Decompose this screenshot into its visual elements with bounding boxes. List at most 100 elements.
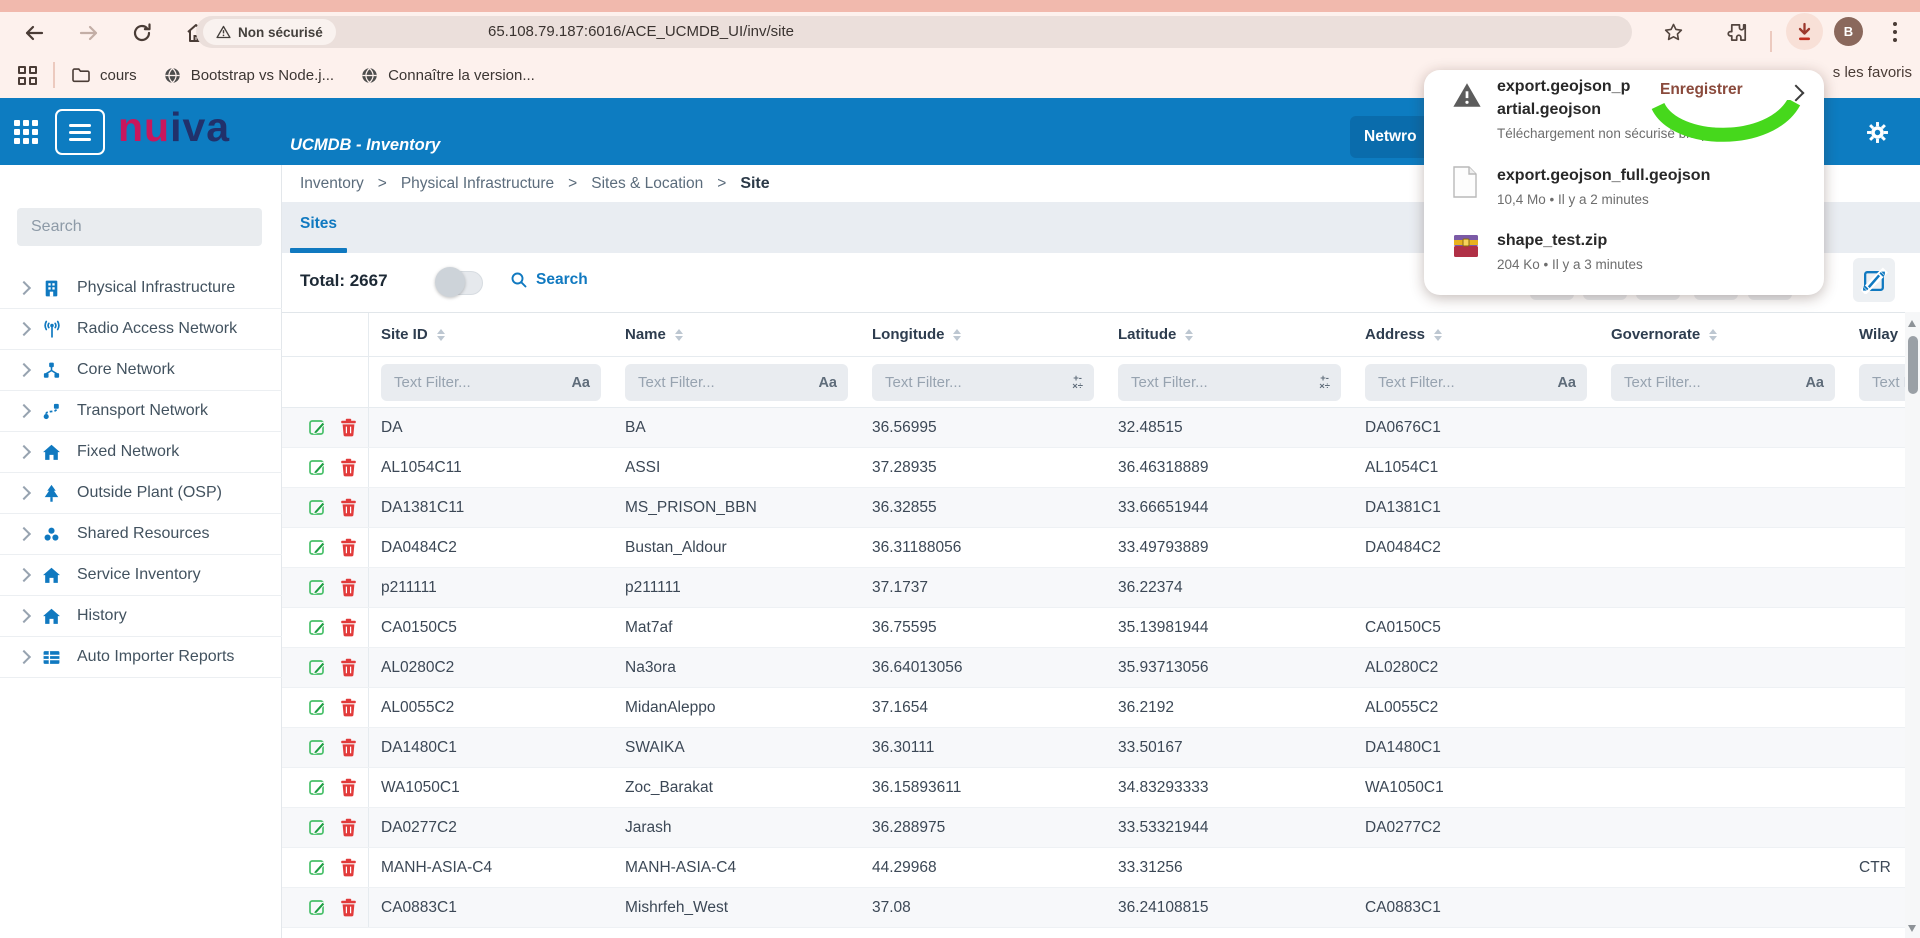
- edit-icon[interactable]: [308, 778, 327, 797]
- profile-avatar[interactable]: B: [1834, 17, 1863, 46]
- case-sensitive-icon[interactable]: Aa: [1557, 375, 1576, 391]
- trash-icon[interactable]: [340, 738, 359, 757]
- sidebar-item-physical-infrastructure[interactable]: Physical Infrastructure: [0, 268, 282, 309]
- trash-icon[interactable]: [340, 618, 359, 637]
- filter-text-input[interactable]: [392, 373, 536, 392]
- table-row[interactable]: AL0055C2MidanAleppo37.165436.2192AL0055C…: [282, 688, 1905, 728]
- edit-icon[interactable]: [308, 538, 327, 557]
- filter-input-longitude[interactable]: +-×÷: [872, 364, 1094, 401]
- filter-text-input[interactable]: [636, 373, 780, 392]
- trash-icon[interactable]: [340, 498, 359, 517]
- scrollbar-thumb[interactable]: [1908, 336, 1918, 394]
- column-header-site-id[interactable]: Site ID: [368, 313, 613, 356]
- edit-icon[interactable]: [308, 858, 327, 877]
- download-filename[interactable]: export.geojson_full.geojson: [1497, 167, 1710, 185]
- table-row[interactable]: AL0280C2Na3ora36.6401305635.93713056AL02…: [282, 648, 1905, 688]
- expand-button[interactable]: [1853, 258, 1895, 302]
- edit-icon[interactable]: [308, 738, 327, 757]
- bookmark-cours[interactable]: cours: [71, 66, 137, 84]
- table-row[interactable]: DA1480C1SWAIKA36.3011133.50167DA1480C1: [282, 728, 1905, 768]
- filter-input-address[interactable]: Aa: [1365, 364, 1587, 401]
- sort-icon[interactable]: [1185, 329, 1193, 341]
- search-input[interactable]: [17, 208, 262, 246]
- scroll-up-arrow[interactable]: [1908, 320, 1916, 327]
- table-row[interactable]: DA1381C11MS_PRISON_BBN36.3285533.6665194…: [282, 488, 1905, 528]
- edit-icon[interactable]: [308, 578, 327, 597]
- column-header-longitude[interactable]: Longitude: [860, 313, 1106, 356]
- filter-text-input[interactable]: [1622, 373, 1766, 392]
- trash-icon[interactable]: [340, 578, 359, 597]
- url-text[interactable]: 65.108.79.187:6016/ACE_UCMDB_UI/inv/site: [488, 16, 794, 48]
- hamburger-menu-button[interactable]: [55, 109, 105, 155]
- bookmark-connaitre[interactable]: Connaître la version...: [360, 66, 535, 85]
- edit-icon[interactable]: [308, 658, 327, 677]
- chevron-right-icon[interactable]: [1788, 85, 1805, 102]
- numeric-filter-icon[interactable]: +-×÷: [1072, 375, 1083, 391]
- table-row[interactable]: DA0277C2Jarash36.28897533.53321944DA0277…: [282, 808, 1905, 848]
- download-filename[interactable]: export.geojson_p: [1497, 78, 1630, 96]
- sort-icon[interactable]: [437, 329, 445, 341]
- table-row[interactable]: CA0883C1Mishrfeh_West37.0836.24108815CA0…: [282, 888, 1905, 928]
- filter-toggle[interactable]: [437, 271, 483, 295]
- column-header-name[interactable]: Name: [613, 313, 860, 356]
- edit-icon[interactable]: [308, 498, 327, 517]
- scroll-down-arrow[interactable]: [1908, 925, 1916, 932]
- table-row[interactable]: p211111p21111137.173736.22374: [282, 568, 1905, 608]
- save-download-button[interactable]: Enregistrer: [1660, 81, 1743, 99]
- filter-text-input[interactable]: [1129, 373, 1273, 392]
- sidebar-item-shared-resources[interactable]: Shared Resources: [0, 514, 282, 555]
- vertical-scrollbar[interactable]: [1905, 312, 1920, 938]
- edit-icon[interactable]: [308, 818, 327, 837]
- filter-text-input[interactable]: [883, 373, 1027, 392]
- app-grid-icon[interactable]: [14, 120, 38, 144]
- table-row[interactable]: DA0484C2Bustan_Aldour36.3118805633.49793…: [282, 528, 1905, 568]
- edit-icon[interactable]: [308, 418, 327, 437]
- sort-icon[interactable]: [1434, 329, 1442, 341]
- trash-icon[interactable]: [340, 538, 359, 557]
- case-sensitive-icon[interactable]: Aa: [571, 375, 590, 391]
- trash-icon[interactable]: [340, 698, 359, 717]
- tab-sites[interactable]: Sites: [300, 215, 337, 233]
- bookmark-bootstrap[interactable]: Bootstrap vs Node.j...: [163, 66, 334, 85]
- search-button[interactable]: Search: [510, 271, 588, 289]
- sort-icon[interactable]: [1709, 329, 1717, 341]
- table-row[interactable]: MANH-ASIA-C4MANH-ASIA-C444.2996833.31256…: [282, 848, 1905, 888]
- breadcrumb-item[interactable]: Inventory: [300, 175, 364, 193]
- breadcrumb-item[interactable]: Sites & Location: [591, 175, 703, 193]
- download-filename[interactable]: shape_test.zip: [1497, 232, 1607, 250]
- sort-icon[interactable]: [675, 329, 683, 341]
- edit-icon[interactable]: [308, 898, 327, 917]
- sidebar-item-core-network[interactable]: Core Network: [0, 350, 282, 391]
- trash-icon[interactable]: [340, 418, 359, 437]
- download-filename[interactable]: artial.geojson: [1497, 101, 1601, 119]
- trash-icon[interactable]: [340, 458, 359, 477]
- sidebar-item-service-inventory[interactable]: Service Inventory: [0, 555, 282, 596]
- security-chip[interactable]: Non sécurisé: [203, 19, 336, 45]
- breadcrumb-item[interactable]: Physical Infrastructure: [401, 175, 554, 193]
- sidebar-item-auto-importer-reports[interactable]: Auto Importer Reports: [0, 637, 282, 678]
- column-header-wilay[interactable]: Wilay: [1847, 313, 1905, 356]
- sidebar-item-transport-network[interactable]: Transport Network: [0, 391, 282, 432]
- sidebar-item-fixed-network[interactable]: Fixed Network: [0, 432, 282, 473]
- trash-icon[interactable]: [340, 658, 359, 677]
- back-icon[interactable]: [22, 21, 46, 45]
- trash-icon[interactable]: [340, 858, 359, 877]
- numeric-filter-icon[interactable]: +-×÷: [1319, 375, 1330, 391]
- column-header-governorate[interactable]: Governorate: [1599, 313, 1847, 356]
- sidebar-item-outside-plant-osp-[interactable]: Outside Plant (OSP): [0, 473, 282, 514]
- edit-icon[interactable]: [308, 618, 327, 637]
- downloads-icon[interactable]: [1793, 21, 1817, 45]
- table-row[interactable]: CA0150C5Mat7af36.7559535.13981944CA0150C…: [282, 608, 1905, 648]
- filter-input-latitude[interactable]: +-×÷: [1118, 364, 1341, 401]
- browser-menu-icon[interactable]: [1893, 22, 1897, 46]
- trash-icon[interactable]: [340, 778, 359, 797]
- edit-icon[interactable]: [308, 458, 327, 477]
- edit-icon[interactable]: [308, 698, 327, 717]
- filter-text-input[interactable]: [1376, 373, 1520, 392]
- filter-input-wilay[interactable]: Aa: [1859, 364, 1905, 401]
- column-header-address[interactable]: Address: [1353, 313, 1599, 356]
- trash-icon[interactable]: [340, 898, 359, 917]
- case-sensitive-icon[interactable]: Aa: [818, 375, 837, 391]
- all-favorites-label[interactable]: s les favoris: [1833, 64, 1912, 81]
- table-row[interactable]: WA1050C1Zoc_Barakat36.1589361134.8329333…: [282, 768, 1905, 808]
